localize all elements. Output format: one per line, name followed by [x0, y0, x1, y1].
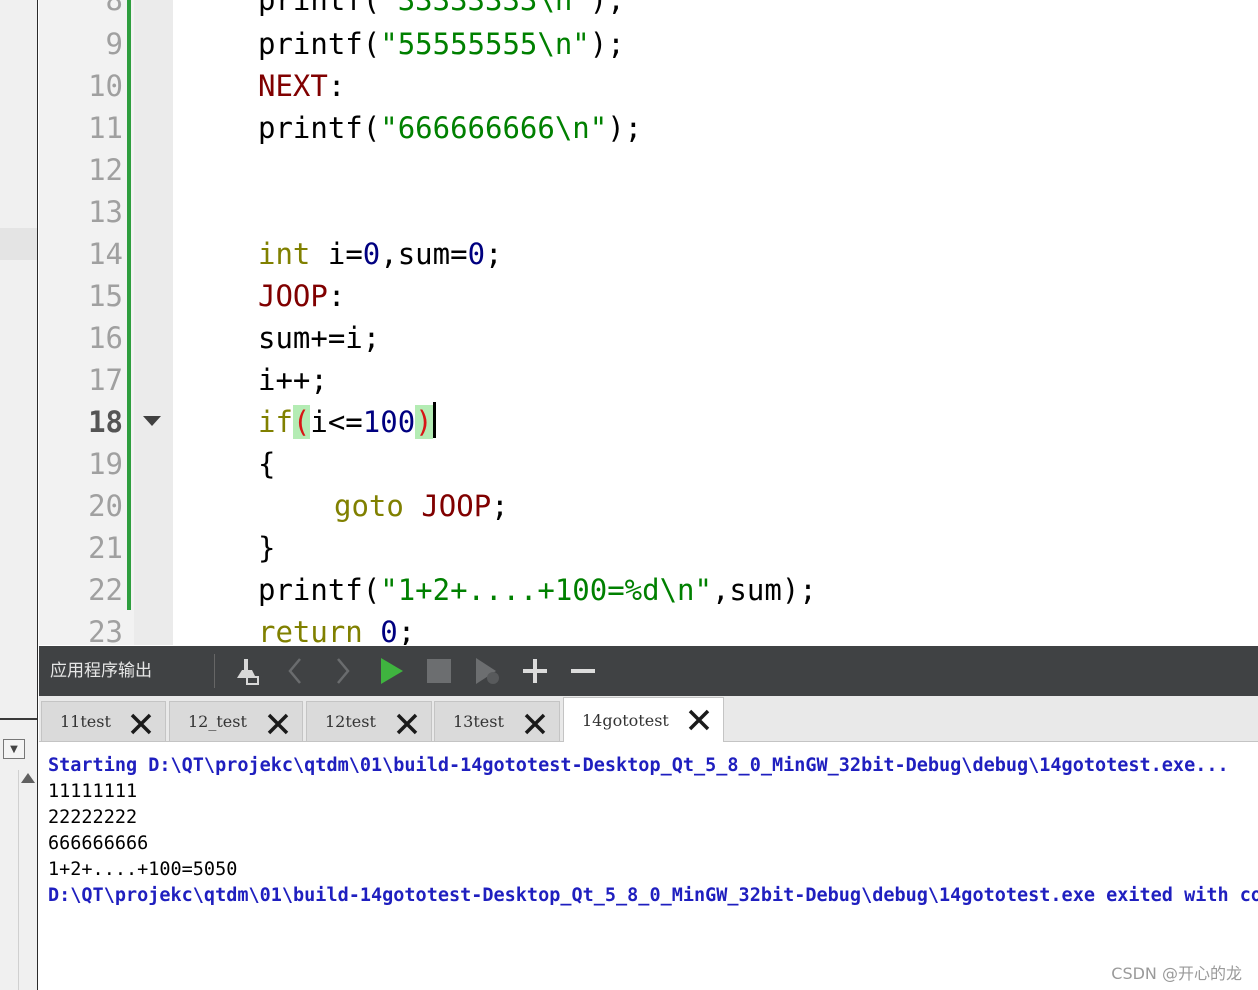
fold-triangle-icon[interactable]: [143, 416, 161, 426]
text-cursor: [432, 402, 436, 438]
matched-paren: ): [415, 405, 433, 439]
output-line: 666666666: [48, 833, 149, 854]
line-number: 16: [88, 321, 123, 355]
rerun-button[interactable]: [373, 653, 409, 689]
attach-debugger-button[interactable]: [469, 653, 505, 689]
line-number: 23: [88, 615, 123, 645]
line-number: 17: [88, 363, 123, 397]
play-icon: [377, 656, 405, 686]
chevron-left-icon: [283, 656, 307, 686]
close-icon[interactable]: [687, 708, 711, 732]
matched-paren: (: [292, 405, 311, 439]
close-icon[interactable]: [523, 712, 547, 736]
code-line: printf("666666666\n");: [258, 111, 643, 145]
current-line-number: 18: [88, 405, 123, 439]
increase-font-button[interactable]: [517, 653, 553, 689]
tab-label: 11test: [60, 712, 111, 731]
close-icon[interactable]: [129, 712, 153, 736]
tab-14gototest[interactable]: 14gototest: [563, 697, 724, 742]
stop-button[interactable]: [421, 653, 457, 689]
line-number: 12: [88, 153, 123, 187]
run-debug-icon: [472, 656, 502, 686]
left-panel-highlight: [0, 228, 37, 260]
chevron-right-icon: [331, 656, 355, 686]
close-icon[interactable]: [266, 712, 290, 736]
line-number: 21: [88, 531, 123, 565]
output-line: D:\QT\projekc\qtdm\01\build-14gototest-D…: [48, 885, 1258, 906]
code-line: i++;: [258, 363, 328, 397]
tab-12-test[interactable]: 12_test: [169, 701, 303, 741]
fold-margin: [134, 0, 173, 645]
output-line: 22222222: [48, 807, 138, 828]
code-editor[interactable]: 8 9 10 11 12 13 14 15 16 17 18 19 20 21 …: [39, 0, 1258, 645]
toolbar-divider: [214, 654, 215, 688]
watermark: CSDN @开心的龙: [1111, 964, 1242, 983]
line-number: 10: [88, 69, 123, 103]
code-line: NEXT:: [258, 69, 346, 103]
output-tab-bar: 11test 12_test 12test 13test 14gototest: [39, 696, 1258, 742]
stop-icon: [425, 657, 453, 685]
code-line: goto JOOP;: [334, 489, 509, 523]
tab-label: 12_test: [188, 712, 247, 731]
code-line: }: [258, 531, 276, 565]
line-number: 19: [88, 447, 123, 481]
left-panel-divider: [0, 718, 37, 720]
broom-icon: [232, 656, 262, 686]
output-pane-title: 应用程序输出: [50, 661, 152, 681]
output-pane-toolbar: 应用程序输出: [39, 646, 1258, 696]
output-scrollbar[interactable]: [18, 770, 37, 990]
modified-lines-marker: [127, 0, 131, 610]
plus-icon: [521, 657, 549, 685]
collapse-panel-button[interactable]: ▼: [3, 739, 25, 759]
tab-label: 13test: [453, 712, 504, 731]
line-number: 20: [88, 489, 123, 523]
application-output[interactable]: Starting D:\QT\projekc\qtdm\01\build-14g…: [39, 742, 1258, 990]
minus-icon: [569, 657, 597, 685]
chevron-down-icon: ▼: [10, 743, 18, 755]
code-line: printf("55555555\n");: [258, 27, 625, 61]
tab-label: 14gototest: [582, 710, 669, 730]
tab-13test[interactable]: 13test: [434, 701, 560, 741]
scroll-up-arrow-icon[interactable]: [21, 773, 35, 783]
line-number: 11: [88, 111, 123, 145]
code-line: int i=0,sum=0;: [258, 237, 503, 271]
code-line: printf("1+2+....+100=%d\n",sum);: [258, 573, 817, 607]
decrease-font-button[interactable]: [565, 653, 601, 689]
clear-output-button[interactable]: [229, 653, 265, 689]
tab-label: 12test: [325, 712, 376, 731]
output-line: Starting D:\QT\projekc\qtdm\01\build-14g…: [48, 755, 1229, 776]
output-line: 1+2+....+100=5050: [48, 859, 238, 880]
tab-11test[interactable]: 11test: [41, 701, 166, 741]
line-number: 9: [105, 27, 123, 61]
line-number: 13: [88, 195, 123, 229]
line-number: 8: [105, 0, 123, 17]
line-number: 14: [88, 237, 123, 271]
code-line: {: [258, 447, 276, 481]
line-number: 22: [88, 573, 123, 607]
previous-item-button[interactable]: [277, 653, 313, 689]
line-number: 15: [88, 279, 123, 313]
code-line: JOOP:: [258, 279, 346, 313]
current-code-line: if(i<=100): [258, 401, 436, 443]
close-icon[interactable]: [395, 712, 419, 736]
output-line: 11111111: [48, 781, 138, 802]
code-line: printf("33333333\n");: [258, 0, 625, 17]
tab-12test[interactable]: 12test: [306, 701, 432, 741]
code-line: return 0;: [258, 615, 416, 645]
code-line: sum+=i;: [258, 321, 381, 355]
next-item-button[interactable]: [325, 653, 361, 689]
